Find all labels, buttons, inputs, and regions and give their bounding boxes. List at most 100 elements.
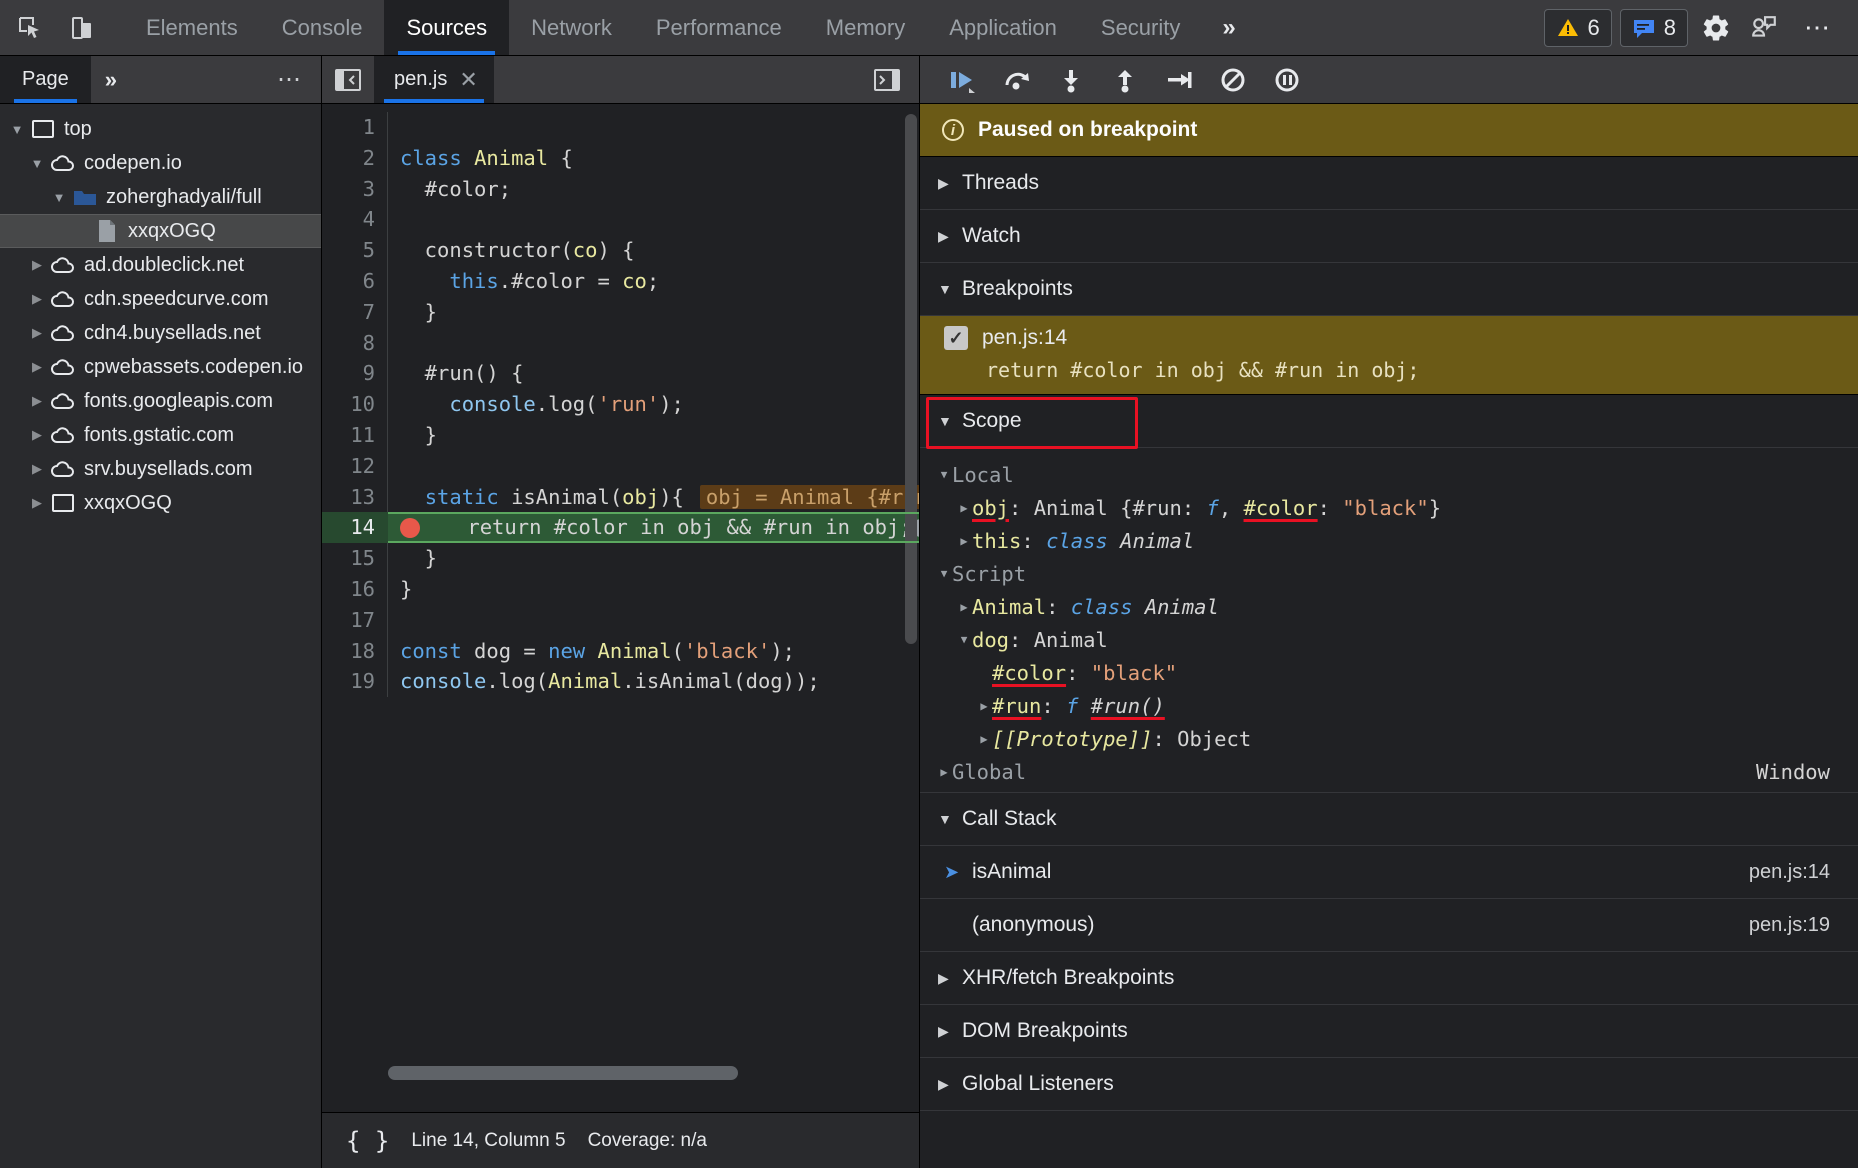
tree-item-fonts-gstatic-com[interactable]: ▶ fonts.gstatic.com [0, 418, 321, 452]
chevron-right-icon[interactable]: ▶ [28, 426, 46, 444]
tree-item-fonts-googleapis-com[interactable]: ▶ fonts.googleapis.com [0, 384, 321, 418]
scope-property-run[interactable]: ▶ #run: f #run() [920, 689, 1858, 722]
section-xhr-breakpoints[interactable]: ▶ XHR/fetch Breakpoints [920, 952, 1858, 1005]
scope-property-obj[interactable]: ▶ obj: Animal {#run: f, #color: "black"} [920, 491, 1858, 524]
scope-property-color[interactable]: #color: "black" [920, 656, 1858, 689]
line-content[interactable]: const dog = new Animal('black'); [388, 636, 919, 667]
feedback-button[interactable] [1744, 8, 1784, 48]
chevron-right-icon[interactable]: ▶ [938, 175, 952, 192]
line-content[interactable]: #run() { [388, 358, 919, 389]
line-content[interactable]: } [388, 297, 919, 328]
tree-item-xxqxogq-file[interactable]: xxqxOGQ [0, 214, 321, 248]
tab-page[interactable]: Page [0, 56, 91, 103]
tree-item-cdn-speedcurve-com[interactable]: ▶ cdn.speedcurve.com [0, 282, 321, 316]
chevron-right-icon[interactable]: ▶ [956, 534, 972, 548]
main-menu-button[interactable]: ⋯ [1792, 12, 1844, 43]
chevron-right-icon[interactable]: ▶ [28, 358, 46, 376]
scope-group-local[interactable]: ▼ Local [920, 458, 1858, 491]
close-icon[interactable]: ✕ [459, 67, 477, 93]
tree-item-cdn4-buysellads-net[interactable]: ▶ cdn4.buysellads.net [0, 316, 321, 350]
chevron-right-icon[interactable]: ▶ [28, 256, 46, 274]
line-content[interactable]: this.#color = co; [388, 266, 919, 297]
breakpoint-list-item[interactable]: ✓ pen.js:14 return #color in obj && #run… [920, 316, 1858, 395]
chevron-down-icon[interactable]: ▼ [8, 120, 26, 138]
tree-item-cpwebassets-codepen-io[interactable]: ▶ cpwebassets.codepen.io [0, 350, 321, 384]
scope-property-this[interactable]: ▶ this: class Animal [920, 524, 1858, 557]
section-dom-breakpoints[interactable]: ▶ DOM Breakpoints [920, 1005, 1858, 1058]
line-content[interactable]: } [388, 543, 919, 574]
tree-item-xxqxogq-frame[interactable]: ▶ xxqxOGQ [0, 486, 321, 520]
chevron-down-icon[interactable]: ▼ [936, 468, 952, 481]
chevron-right-icon[interactable]: ▶ [956, 501, 972, 515]
chevron-right-icon[interactable]: ▶ [936, 765, 952, 779]
step-into-button[interactable] [1046, 60, 1096, 100]
tab-elements[interactable]: Elements [124, 0, 260, 55]
chevron-right-icon[interactable]: ▶ [28, 324, 46, 342]
chevron-down-icon[interactable]: ▼ [28, 154, 46, 172]
line-content[interactable]: class Animal { [388, 143, 919, 174]
tree-item-ad-doubleclick-net[interactable]: ▶ ad.doubleclick.net [0, 248, 321, 282]
tab-memory[interactable]: Memory [804, 0, 927, 55]
editor-horizontal-scrollbar[interactable] [388, 1066, 919, 1080]
tab-sources[interactable]: Sources [384, 0, 509, 55]
breakpoint-checkbox[interactable]: ✓ [944, 326, 968, 350]
message-badge[interactable]: 8 [1620, 9, 1688, 47]
chevron-down-icon[interactable]: ▼ [50, 188, 68, 206]
toggle-debugger-button[interactable] [855, 56, 919, 103]
scope-property-dog[interactable]: ▼ dog: Animal [920, 623, 1858, 656]
editor-tab-penjs[interactable]: pen.js ✕ [374, 56, 494, 103]
tree-item-top[interactable]: ▼ top [0, 112, 321, 146]
deactivate-breakpoints-button[interactable] [1208, 60, 1258, 100]
chevron-down-icon[interactable]: ▼ [936, 567, 952, 580]
chevron-right-icon[interactable]: ▶ [938, 1023, 952, 1040]
chevron-down-icon[interactable]: ▼ [938, 811, 952, 827]
chevron-right-icon[interactable]: ▶ [28, 460, 46, 478]
more-tabs-button[interactable]: » [1202, 0, 1255, 55]
line-content[interactable]: #color; [388, 174, 919, 205]
tree-item-codepen-io[interactable]: ▼ codepen.io [0, 146, 321, 180]
pause-on-exceptions-button[interactable] [1262, 60, 1312, 100]
chevron-right-icon[interactable]: ▶ [28, 494, 46, 512]
tab-performance[interactable]: Performance [634, 0, 804, 55]
tab-console[interactable]: Console [260, 0, 385, 55]
step-out-button[interactable] [1100, 60, 1150, 100]
section-global-listeners[interactable]: ▶ Global Listeners [920, 1058, 1858, 1111]
section-threads[interactable]: ▶ Threads [920, 157, 1858, 210]
line-content[interactable]: } [388, 420, 919, 451]
chevron-down-icon[interactable]: ▼ [938, 281, 952, 297]
line-content[interactable]: return #color in obj && #run in obj; [388, 512, 919, 543]
editor-vertical-scrollbar[interactable] [905, 114, 917, 644]
step-button[interactable] [1154, 60, 1204, 100]
scope-group-global[interactable]: ▶ Global Window [920, 755, 1858, 788]
navigator-more-button[interactable]: » [91, 56, 131, 103]
scope-group-script[interactable]: ▼ Script [920, 557, 1858, 590]
chevron-down-icon[interactable]: ▼ [956, 633, 972, 646]
chevron-right-icon[interactable]: ▶ [956, 600, 972, 614]
resume-button[interactable] [938, 60, 988, 100]
chevron-right-icon[interactable]: ▶ [938, 970, 952, 987]
line-content[interactable]: } [388, 574, 919, 605]
line-content[interactable]: console.log(Animal.isAnimal(dog)); [388, 666, 919, 697]
line-content[interactable]: constructor(co) { [388, 235, 919, 266]
chevron-right-icon[interactable]: ▶ [28, 392, 46, 410]
tree-item-folder[interactable]: ▼ zoherghadyali/full [0, 180, 321, 214]
pretty-print-braces-icon[interactable]: { } [346, 1127, 389, 1155]
chevron-right-icon[interactable]: ▶ [976, 699, 992, 713]
scope-property-animal[interactable]: ▶ Animal: class Animal [920, 590, 1858, 623]
toggle-device-toolbar-button[interactable] [62, 8, 102, 48]
section-breakpoints[interactable]: ▼ Breakpoints [920, 263, 1858, 316]
chevron-right-icon[interactable]: ▶ [976, 732, 992, 746]
inspect-element-button[interactable] [10, 8, 50, 48]
call-stack-frame-active[interactable]: ➤ isAnimal pen.js:14 [920, 846, 1858, 899]
breakpoint-inline-icon[interactable] [400, 518, 420, 538]
section-scope[interactable]: ▼ Scope [920, 395, 1858, 448]
toggle-navigator-button[interactable] [322, 56, 374, 103]
line-content[interactable]: static isAnimal(obj){obj = Animal {#run: [388, 482, 919, 513]
tab-application[interactable]: Application [927, 0, 1079, 55]
tab-network[interactable]: Network [509, 0, 634, 55]
section-call-stack[interactable]: ▼ Call Stack [920, 793, 1858, 846]
scope-property-prototype[interactable]: ▶ [[Prototype]]: Object [920, 722, 1858, 755]
chevron-right-icon[interactable]: ▶ [938, 1076, 952, 1093]
settings-button[interactable] [1696, 8, 1736, 48]
navigator-menu-button[interactable]: ⋯ [259, 56, 321, 103]
